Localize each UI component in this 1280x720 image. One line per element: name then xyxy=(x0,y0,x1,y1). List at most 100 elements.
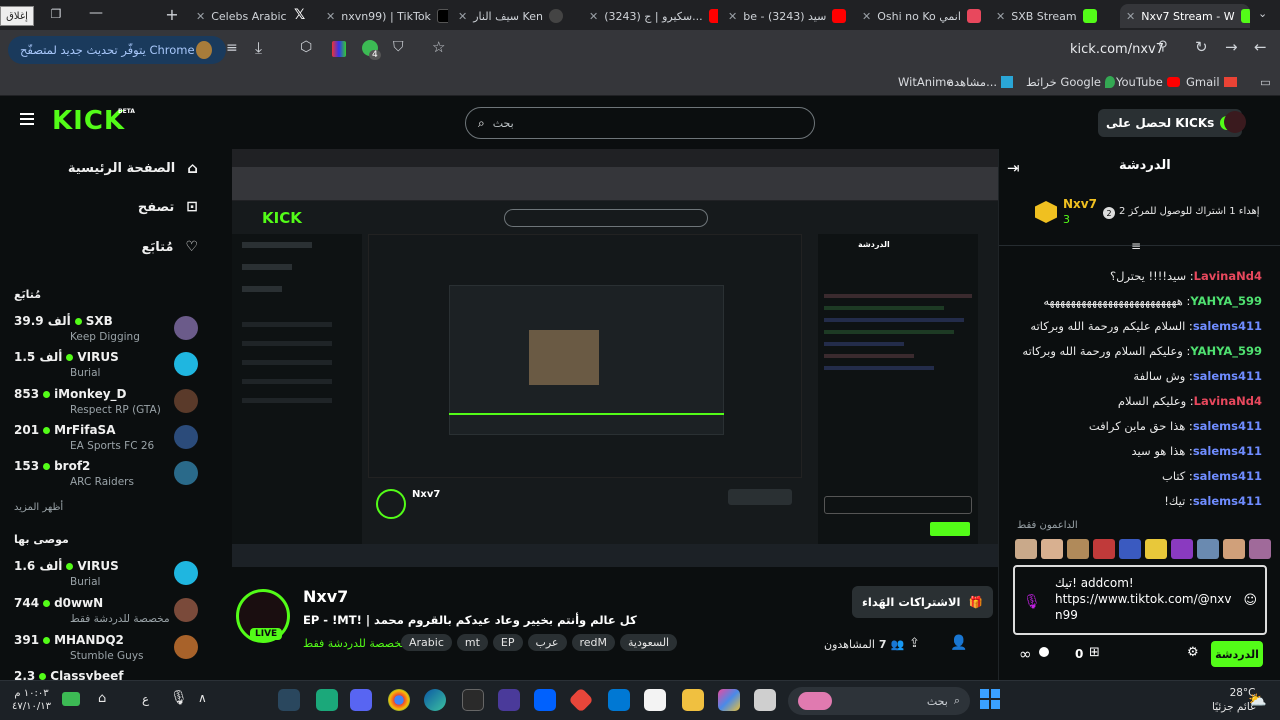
tag[interactable]: السعودية xyxy=(620,634,678,651)
tag[interactable]: mt xyxy=(456,634,488,651)
recommended-channel-mhandq2[interactable]: 391 MHANDQ2 Stumble Guys xyxy=(14,631,204,667)
forward-icon[interactable]: → xyxy=(1225,38,1238,56)
chat-input[interactable]: 🎙 تيك! addcom! https://www.tiktok.com/@n… xyxy=(1013,565,1267,635)
language-indicator[interactable]: ع xyxy=(142,692,149,706)
expand-icon[interactable]: ≡ xyxy=(1131,239,1141,253)
dropbox-icon[interactable] xyxy=(534,689,556,711)
user-avatar[interactable] xyxy=(1224,111,1246,133)
bookmark-youtube[interactable]: YouTube xyxy=(1116,75,1180,89)
chat-username[interactable]: salems411 xyxy=(1193,469,1262,483)
chat-username[interactable]: LavinaNd4 xyxy=(1194,269,1262,283)
epic-games-icon[interactable] xyxy=(462,689,484,711)
menu-icon[interactable] xyxy=(20,113,34,125)
bookmark-watch[interactable]: مشاهدة... xyxy=(948,75,1014,89)
shield-icon[interactable]: ⛉ xyxy=(393,39,404,55)
app-icon[interactable] xyxy=(568,687,594,713)
app-icon[interactable] xyxy=(316,689,338,711)
tab-tiktok[interactable]: ✕ nxvn99) | TikTok xyxy=(320,4,448,28)
close-tab-icon[interactable]: ✕ xyxy=(862,10,871,23)
tab-nxv7-stream[interactable]: ✕ Nxv7 Stream - W xyxy=(1120,4,1250,28)
pinned-user[interactable]: Nxv7 xyxy=(1063,197,1097,211)
url-text[interactable]: kick.com/nxv7 xyxy=(1070,42,1164,57)
outlook-icon[interactable] xyxy=(608,689,630,711)
close-tab-icon[interactable]: ✕ xyxy=(326,10,335,23)
copilot-icon[interactable] xyxy=(718,689,740,711)
app-icon[interactable] xyxy=(754,689,776,711)
followed-channel-brof2[interactable]: 153 brof2 ARC Raiders xyxy=(14,457,204,493)
collapse-chat-icon[interactable]: ⇥ xyxy=(1007,159,1020,177)
nav-following[interactable]: مُتابَع ♡ xyxy=(141,239,198,255)
new-tab-icon[interactable]: + xyxy=(164,4,180,24)
restore-window-icon[interactable]: ❐ xyxy=(48,6,64,22)
supporter-avatar[interactable] xyxy=(1223,539,1245,559)
start-button[interactable] xyxy=(980,689,1000,709)
recommended-channel-virus[interactable]: 1.6 ألف VIRUS Burial xyxy=(14,557,204,593)
clock[interactable]: ١٠:٠٣ م ٤٧/١٠/١٣ xyxy=(12,687,51,713)
microphone-icon[interactable]: 🎙 xyxy=(1023,594,1041,610)
microphone-icon[interactable]: 🎙 xyxy=(170,690,188,706)
steam-icon[interactable] xyxy=(278,689,300,711)
bookmark-google-maps[interactable]: خرائط Google xyxy=(1026,75,1115,89)
discord-icon[interactable] xyxy=(350,689,372,711)
chat-username[interactable]: LavinaNd4 xyxy=(1194,394,1262,408)
edge-icon[interactable] xyxy=(424,689,446,711)
followed-channel-mrfifasa[interactable]: 201 MrFifaSA EA Sports FC 26 xyxy=(14,421,204,457)
supporter-avatar[interactable] xyxy=(1067,539,1089,559)
bookmark-witanime[interactable]: WitAnime xyxy=(898,75,953,89)
tray-overflow-icon[interactable]: ∧ xyxy=(198,691,207,705)
tab-youtube-2[interactable]: ✕ be - سيد (3243) xyxy=(722,4,852,28)
supporter-avatar[interactable] xyxy=(1041,539,1063,559)
followed-channel-virus[interactable]: 1.5 ألف VIRUS Burial xyxy=(14,348,204,384)
tab-sxb-stream[interactable]: ✕ SXB Stream xyxy=(990,4,1115,28)
tab-anime[interactable]: ✕ Oshi no Ko انمي xyxy=(856,4,986,28)
add-user-icon[interactable]: 👤 xyxy=(950,635,967,651)
followed-channel-sxb[interactable]: 39.9 ألف SXB Keep Digging xyxy=(14,312,204,348)
bookmarks-folder-icon[interactable]: ▭ xyxy=(1260,75,1271,89)
stream-category[interactable]: مخصصة للدردشة فقط xyxy=(303,637,407,650)
recommended-channel-classybeef[interactable]: 2.3 Classybeef xyxy=(14,667,204,680)
download-icon[interactable]: ⤓ xyxy=(255,38,262,58)
app-icon[interactable] xyxy=(498,689,520,711)
tag[interactable]: عرب xyxy=(527,634,567,651)
supporter-avatar[interactable] xyxy=(1197,539,1219,559)
network-icon[interactable]: ⌂ xyxy=(98,691,106,706)
tab-youtube-1[interactable]: ✕ (3243) سكيرو | ج... xyxy=(583,4,718,28)
chrome-update-button[interactable]: يتوفّر تحديث جديد لمتصفّح Chrome ⋮ xyxy=(8,36,226,64)
media-controls-icon[interactable]: ≡ xyxy=(226,40,238,56)
file-explorer-icon[interactable] xyxy=(682,689,704,711)
kicks-infinity-icon[interactable]: ∞ xyxy=(1019,645,1032,663)
tab-ken[interactable]: ✕ سيف النار Ken xyxy=(452,4,577,28)
streamer-name[interactable]: Nxv7 xyxy=(303,587,348,606)
supporter-avatar[interactable] xyxy=(1093,539,1115,559)
close-tab-icon[interactable]: ✕ xyxy=(458,10,467,23)
recommended-channel-d0wwn[interactable]: 744 d0wwN مخصصة للدردشة فقط xyxy=(14,594,204,630)
settings-gear-icon[interactable]: ⚙ xyxy=(1187,645,1199,660)
tag[interactable]: Arabic xyxy=(401,634,452,651)
taskbar-search[interactable]: بحث ⌕ xyxy=(788,687,970,715)
supporter-avatar[interactable] xyxy=(1249,539,1271,559)
chat-username[interactable]: salems411 xyxy=(1193,319,1262,333)
chat-username[interactable]: YAHYA_599 xyxy=(1190,344,1262,358)
followed-channel-imonkey[interactable]: 853 iMonkey_D Respect RP (GTA) xyxy=(14,385,204,421)
bookmark-gmail[interactable]: Gmail xyxy=(1186,75,1237,89)
extensions-icon[interactable]: ⬡ xyxy=(300,39,312,55)
chat-username[interactable]: salems411 xyxy=(1193,494,1262,508)
supporter-avatar[interactable] xyxy=(1171,539,1193,559)
video-player[interactable]: KICK Nxv7 الدردشة xyxy=(232,149,998,567)
gift-subscriptions-button[interactable]: الاشتراكات الهَداء 🎁 xyxy=(852,586,993,618)
close-tab-icon[interactable]: ✕ xyxy=(728,10,737,23)
back-icon[interactable]: ← xyxy=(1254,38,1267,56)
reload-icon[interactable]: ↻ xyxy=(1195,38,1208,56)
chat-username[interactable]: salems411 xyxy=(1193,419,1262,433)
send-chat-button[interactable]: الدردشة xyxy=(1211,641,1263,667)
minimize-window-icon[interactable]: — xyxy=(88,4,104,22)
search-input[interactable]: ⌕ بحث xyxy=(465,107,815,139)
tag[interactable]: redM xyxy=(571,634,616,651)
chrome-icon[interactable] xyxy=(388,689,410,711)
show-more-link[interactable]: أظهر المزيد xyxy=(14,502,63,513)
extension-icon[interactable] xyxy=(332,41,346,57)
battery-icon[interactable] xyxy=(62,692,80,706)
bookmark-star-icon[interactable]: ☆ xyxy=(432,38,445,56)
site-settings-icon[interactable]: ⚲ xyxy=(1158,39,1168,54)
get-kicks-button[interactable]: لحصل على KICKs xyxy=(1098,109,1243,137)
